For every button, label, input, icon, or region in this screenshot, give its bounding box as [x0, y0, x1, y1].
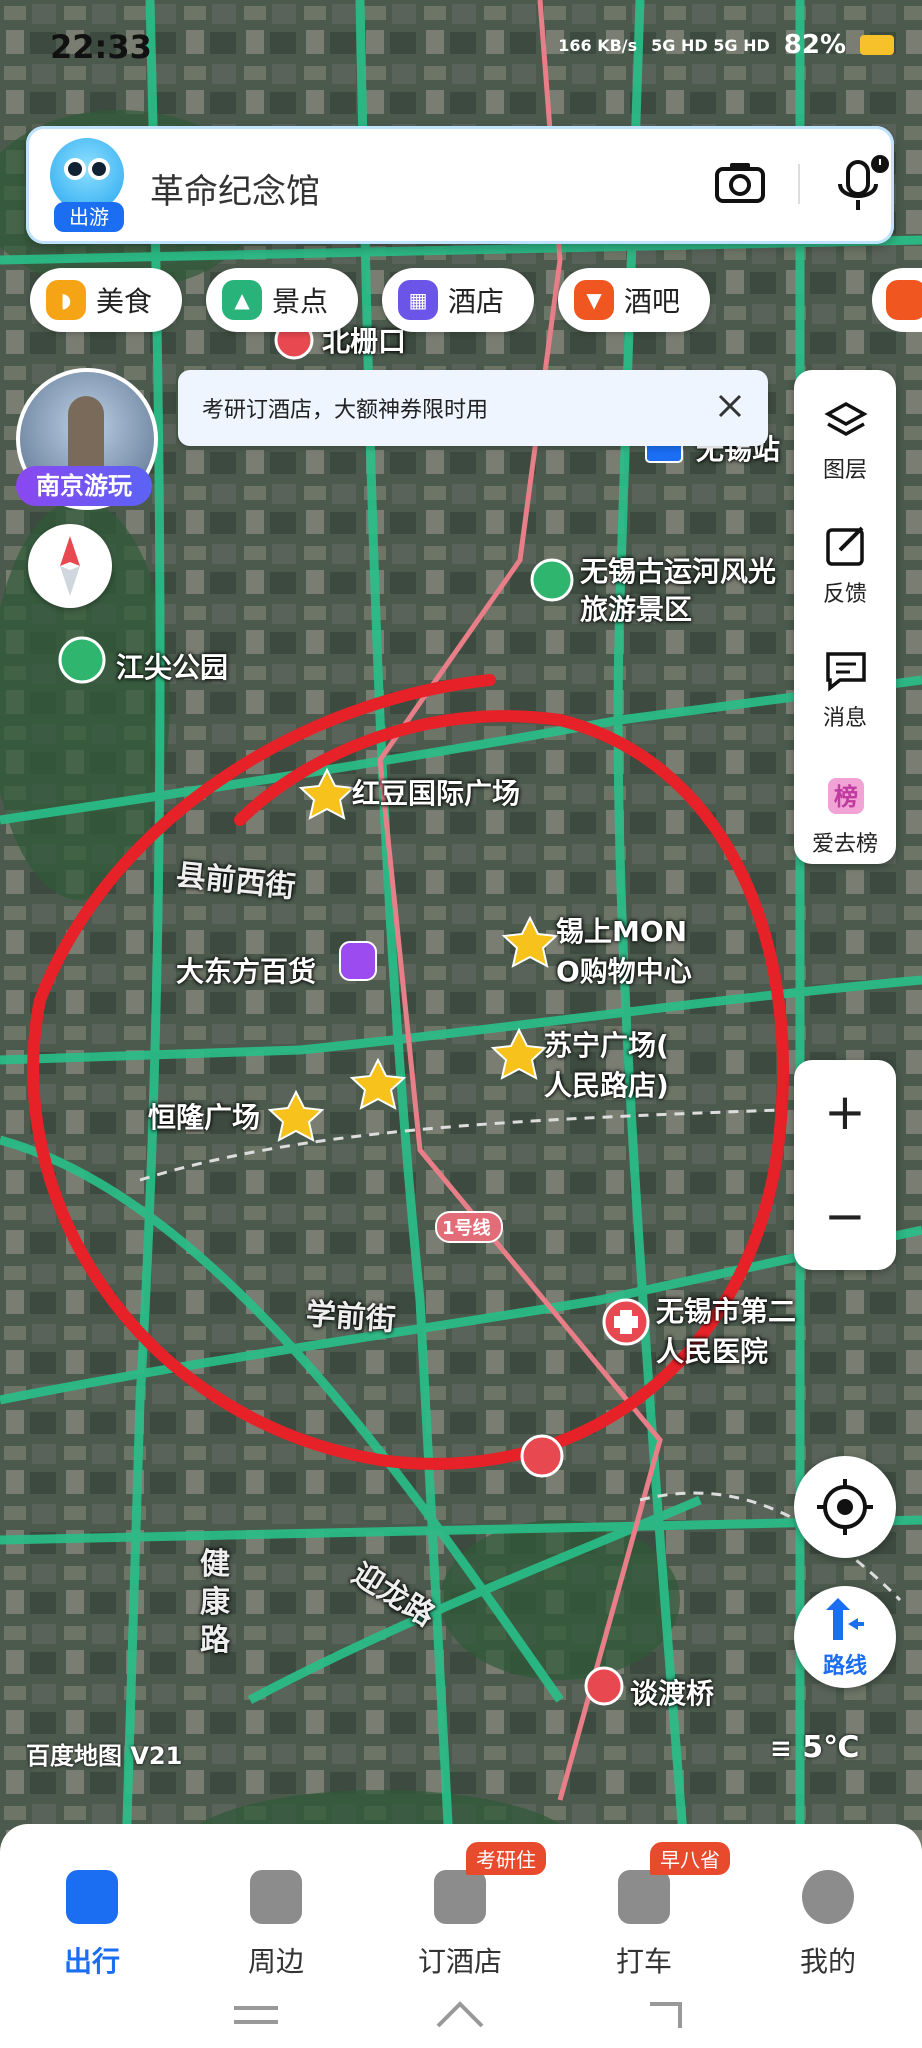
- nav-mine[interactable]: 我的: [768, 1850, 888, 1978]
- menu-icon: [234, 2006, 278, 2024]
- search-bar[interactable]: 出游 革命纪念馆: [26, 126, 894, 244]
- label-mono-line1[interactable]: 锡上MON: [556, 910, 687, 950]
- message-icon: [826, 652, 866, 692]
- label-suning-line1[interactable]: 苏宁广场(: [544, 1024, 669, 1064]
- ranking-label: 爱去榜: [811, 832, 878, 857]
- label-hospital-line1[interactable]: 无锡市第二: [656, 1290, 796, 1330]
- hotel-icon: ▦: [398, 280, 439, 320]
- system-navigation-bar: [234, 2001, 682, 2028]
- chip-bar[interactable]: ▼ 酒吧: [558, 268, 711, 332]
- svg-text:榜: 榜: [834, 783, 858, 811]
- mascot-avatar[interactable]: [50, 138, 124, 212]
- label-hongdou-plaza[interactable]: 红豆国际广场: [352, 772, 520, 812]
- weather-temperature: 5℃: [802, 1730, 860, 1765]
- route-label: 路线: [822, 1654, 867, 1679]
- avatar-badge: 出游: [54, 202, 124, 232]
- crosshair-icon: [817, 1479, 873, 1535]
- label-jiankang-road: 健康路: [200, 1547, 230, 1658]
- nav-taxi-badge: 早八省: [650, 1842, 730, 1875]
- route-arrow-icon: [826, 1598, 864, 1640]
- battery-percent: 82%: [783, 30, 846, 60]
- chip-hotel[interactable]: ▦ 酒店: [382, 268, 535, 332]
- net-speed: 166 KB/s: [558, 35, 638, 55]
- promo-notice[interactable]: 考研订酒店，大额神券限时用: [178, 370, 768, 446]
- back-icon: [650, 2002, 682, 2028]
- chip-food-label: 美食: [96, 285, 153, 318]
- close-icon[interactable]: [712, 388, 748, 424]
- nav-hotel-badge: 考研住: [466, 1842, 546, 1875]
- feedback-button[interactable]: 反馈: [794, 502, 896, 612]
- bar-icon: ▼: [574, 280, 615, 320]
- feedback-label: 反馈: [822, 582, 867, 607]
- chip-hotel-label: 酒店: [448, 285, 505, 318]
- layers-label: 图层: [822, 458, 867, 483]
- status-bar: 22:33 166 KB/s 5G HD 5G HD 82%: [0, 0, 922, 100]
- ranking-icon: 榜: [828, 778, 864, 814]
- label-hospital-line2[interactable]: 人民医院: [656, 1330, 768, 1370]
- city-card-label[interactable]: 南京游玩: [16, 466, 152, 506]
- hotel-building-icon: [434, 1870, 486, 1924]
- nearby-icon: [250, 1870, 302, 1924]
- scenic-icon: ▲: [222, 280, 263, 320]
- chip-scenic[interactable]: ▲ 景点: [206, 268, 359, 332]
- label-jiangjian-park[interactable]: 江尖公园: [116, 646, 228, 686]
- label-tandu-bridge[interactable]: 谈渡桥: [630, 1672, 714, 1712]
- nav-travel-label: 出行: [63, 1945, 120, 1978]
- chip-scenic-label: 景点: [272, 285, 329, 318]
- nav-nearby[interactable]: 周边: [216, 1850, 336, 1978]
- home-icon: [436, 2001, 484, 2028]
- zoom-out-button[interactable]: −: [794, 1164, 896, 1268]
- nav-mine-label: 我的: [799, 1945, 856, 1978]
- label-canal-line2[interactable]: 旅游景区: [580, 588, 692, 628]
- label-mono-line2[interactable]: O购物中心: [556, 950, 692, 990]
- nav-travel[interactable]: 出行: [32, 1850, 152, 1978]
- label-xueqian-street: 学前街: [304, 1296, 397, 1339]
- promo-notice-text: 考研订酒店，大额神券限时用: [202, 398, 489, 423]
- signal-indicator: 5G HD 5G HD: [651, 35, 770, 55]
- status-right: 166 KB/s 5G HD 5G HD 82%: [558, 30, 894, 60]
- layers-button[interactable]: 图层: [794, 378, 896, 488]
- zoom-in-button[interactable]: +: [794, 1060, 896, 1164]
- messages-button[interactable]: 消息: [794, 626, 896, 736]
- taxi-icon: [618, 1870, 670, 1924]
- route-button[interactable]: 路线: [794, 1586, 896, 1688]
- nav-taxi[interactable]: 早八省 打车: [584, 1842, 730, 1978]
- messages-label: 消息: [822, 706, 867, 731]
- ranking-button[interactable]: 榜 爱去榜: [794, 752, 896, 862]
- nav-hotel[interactable]: 考研住 订酒店: [400, 1842, 546, 1978]
- battery-icon: [860, 35, 894, 55]
- locate-button[interactable]: [794, 1456, 896, 1558]
- category-chips: ◗ 美食 ▲ 景点 ▦ 酒店 ▼ 酒吧: [30, 268, 711, 332]
- feedback-icon: [826, 526, 864, 566]
- nav-hotel-label: 订酒店: [417, 1945, 502, 1978]
- nav-taxi-label: 打车: [615, 1945, 672, 1978]
- label-metro-line1: 1号线: [442, 1218, 491, 1239]
- menu-lines-icon: ≡: [770, 1734, 792, 1764]
- label-henglong-plaza[interactable]: 恒隆广场: [148, 1096, 260, 1136]
- nav-nearby-label: 周边: [247, 1945, 304, 1978]
- food-icon: ◗: [46, 280, 86, 320]
- map-tools-panel: 图层 反馈 消息 榜 爱去榜: [794, 370, 896, 864]
- compass-icon[interactable]: [28, 524, 112, 608]
- label-suning-line2[interactable]: 人民路店): [544, 1064, 669, 1104]
- chip-food[interactable]: ◗ 美食: [30, 268, 183, 332]
- camera-icon[interactable]: [714, 160, 766, 204]
- chip-bar-label: 酒吧: [624, 285, 681, 318]
- zoom-control: + −: [794, 1060, 896, 1270]
- search-input[interactable]: 革命纪念馆: [150, 164, 320, 213]
- status-time: 22:33: [50, 28, 152, 66]
- label-dadongfang[interactable]: 大东方百货: [176, 950, 316, 990]
- label-canal-line1[interactable]: 无锡古运河风光: [580, 550, 776, 590]
- profile-icon: [802, 1870, 854, 1924]
- weather-widget[interactable]: ≡ 5℃: [770, 1730, 859, 1765]
- travel-icon: [66, 1870, 118, 1924]
- map-brand-logo: 百度地图 V21: [26, 1742, 183, 1770]
- layers-icon: [824, 401, 868, 437]
- microphone-icon[interactable]: [834, 154, 890, 214]
- search-divider: [798, 164, 800, 204]
